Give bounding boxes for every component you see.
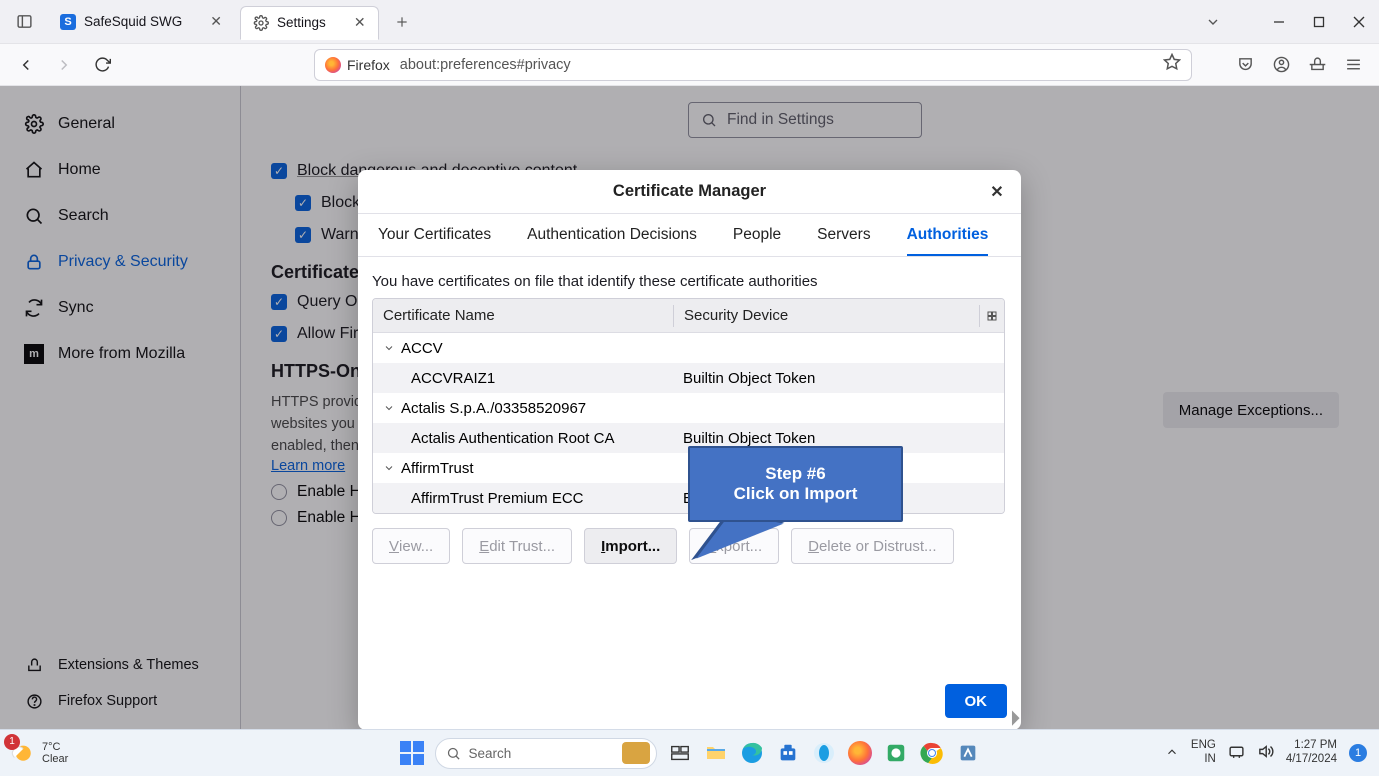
tab-label: Settings [277, 15, 326, 30]
firefox-icon [325, 57, 341, 73]
tab-safesquid[interactable]: S SafeSquid SWG ✕ [48, 5, 234, 39]
delete-distrust-button[interactable]: Delete or Distrust... [791, 528, 953, 564]
start-button[interactable] [399, 740, 425, 766]
callout-line1: Step #6 [765, 464, 825, 484]
cert-row[interactable]: ACCVRAIZ1Builtin Object Token [373, 363, 1004, 393]
chevron-down-icon [383, 342, 395, 354]
volume-icon[interactable] [1257, 743, 1274, 763]
tab-servers[interactable]: Servers [817, 226, 870, 256]
firefox-taskbar-icon[interactable] [847, 740, 873, 766]
window-maximize[interactable] [1299, 5, 1339, 39]
chevron-down-icon [383, 402, 395, 414]
gear-icon [253, 15, 269, 31]
col-cert-name[interactable]: Certificate Name [373, 307, 673, 324]
window-minimize[interactable] [1259, 5, 1299, 39]
app-icon-2[interactable] [955, 740, 981, 766]
column-picker-icon[interactable] [980, 310, 1004, 322]
tab-settings[interactable]: Settings ✕ [240, 6, 379, 40]
cert-table-header: Certificate Name Security Device [373, 299, 1004, 333]
sidebar-toggle[interactable] [6, 4, 42, 40]
ok-button[interactable]: OK [945, 684, 1008, 718]
search-icon [446, 746, 461, 761]
store-icon[interactable] [775, 740, 801, 766]
dialog-header: Certificate Manager ✕ [358, 170, 1021, 214]
search-placeholder: Search [469, 746, 512, 761]
edge-icon[interactable] [739, 740, 765, 766]
close-tab-icon[interactable]: ✕ [354, 14, 366, 31]
weather-badge: 1 [4, 734, 20, 750]
url-bar[interactable]: Firefox about:preferences#privacy [314, 49, 1192, 81]
url-text: about:preferences#privacy [400, 57, 571, 73]
system-tray: ENG IN 1:27 PM 4/17/2024 1 [1165, 739, 1367, 767]
cert-action-buttons: View... Edit Trust... Import... Export..… [372, 528, 1005, 564]
col-security-device[interactable]: Security Device [674, 307, 979, 324]
language-indicator[interactable]: ENG IN [1191, 739, 1216, 767]
wifi-icon[interactable] [1228, 743, 1245, 763]
dialog-title: Certificate Manager [613, 182, 766, 201]
edit-trust-button[interactable]: Edit Trust... [462, 528, 572, 564]
forward-button[interactable] [48, 49, 80, 81]
tab-overflow[interactable] [1205, 14, 1221, 30]
tab-label: SafeSquid SWG [84, 14, 182, 29]
search-highlight-icon [622, 742, 650, 764]
dialog-close-button[interactable]: ✕ [983, 178, 1011, 206]
identity-box[interactable]: Firefox [325, 57, 390, 73]
window-close[interactable] [1339, 5, 1379, 39]
taskbar-search[interactable]: Search [435, 738, 657, 769]
hamburger-menu-icon[interactable] [1337, 49, 1369, 81]
weather-cond: Clear [42, 753, 68, 765]
reload-button[interactable] [86, 49, 118, 81]
tab-auth-decisions[interactable]: Authentication Decisions [527, 226, 697, 256]
weather-temp: 7°C [42, 741, 68, 753]
windows-taskbar: 1 7°C Clear Search ENG IN 1:27 [0, 729, 1379, 776]
tab-your-certs[interactable]: Your Certificates [378, 226, 491, 256]
new-tab-button[interactable] [387, 7, 417, 37]
chrome-icon[interactable] [919, 740, 945, 766]
notification-badge[interactable]: 1 [1349, 744, 1367, 762]
import-button[interactable]: Import... [584, 528, 677, 564]
identity-label: Firefox [347, 57, 390, 73]
cert-group-accv[interactable]: ACCV [373, 333, 1004, 363]
safesquid-favicon: S [60, 14, 76, 30]
tab-people[interactable]: People [733, 226, 781, 256]
settings-content: General Home Search Privacy & Security S… [0, 86, 1379, 729]
task-view-icon[interactable] [667, 740, 693, 766]
browser-tabstrip: S SafeSquid SWG ✕ Settings ✕ [0, 0, 1379, 44]
dialog-tabs: Your Certificates Authentication Decisio… [358, 214, 1021, 257]
account-icon[interactable] [1265, 49, 1297, 81]
back-button[interactable] [10, 49, 42, 81]
close-tab-icon[interactable]: ✕ [210, 13, 222, 30]
app-icon-1[interactable] [883, 740, 909, 766]
cert-group-actalis[interactable]: Actalis S.p.A./03358520967 [373, 393, 1004, 423]
chevron-down-icon [383, 462, 395, 474]
extensions-icon[interactable] [1301, 49, 1333, 81]
view-button[interactable]: View... [372, 528, 450, 564]
opera-icon[interactable] [811, 740, 837, 766]
explorer-icon[interactable] [703, 740, 729, 766]
bookmark-star-icon[interactable] [1163, 53, 1181, 76]
browser-toolbar: Firefox about:preferences#privacy [0, 44, 1379, 86]
tab-authorities[interactable]: Authorities [907, 226, 989, 256]
taskbar-weather[interactable]: 1 7°C Clear [8, 738, 68, 769]
step-callout: Step #6 Click on Import [688, 446, 903, 522]
callout-line2: Click on Import [734, 484, 858, 504]
tray-overflow-icon[interactable] [1165, 745, 1179, 762]
clock[interactable]: 1:27 PM 4/17/2024 [1286, 739, 1337, 767]
authorities-description: You have certificates on file that ident… [372, 273, 1005, 290]
pocket-icon[interactable] [1229, 49, 1261, 81]
